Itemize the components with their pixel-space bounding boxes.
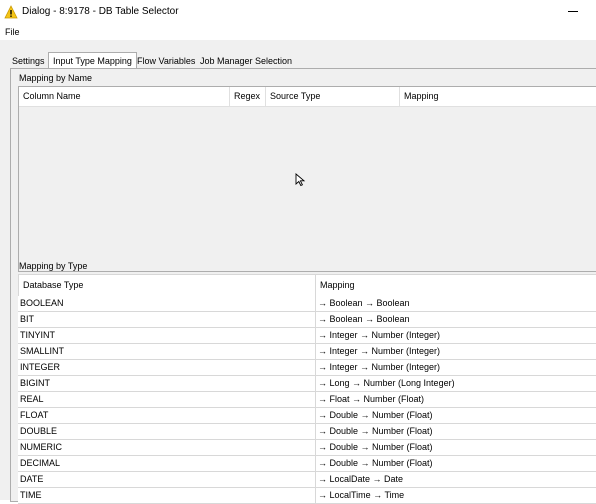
- cell-mapping: → LocalDate → Date: [315, 472, 596, 487]
- mapping-by-name-table[interactable]: Column Name Regex Source Type Mapping: [18, 86, 596, 272]
- table-row[interactable]: DOUBLE → Double → Number (Float): [18, 424, 596, 440]
- table-row[interactable]: DATE → LocalDate → Date: [18, 472, 596, 488]
- tab-panel-input-type-mapping: Mapping by Name Column Name Regex Source…: [10, 68, 596, 504]
- mouse-cursor-icon: [295, 173, 306, 187]
- table-row[interactable]: DECIMAL → Double → Number (Float): [18, 456, 596, 472]
- cell-mapping: → Float → Number (Float): [315, 392, 596, 407]
- cell-mapping: → Integer → Number (Integer): [315, 328, 596, 343]
- cell-mapping: → Double → Number (Float): [315, 440, 596, 455]
- cell-database-type: DATE: [20, 474, 44, 484]
- column-header-regex[interactable]: Regex: [230, 87, 266, 106]
- cell-mapping: → LocalTime → Time: [315, 488, 596, 503]
- cell-database-type: INTEGER: [20, 362, 61, 372]
- tab-input-type-mapping[interactable]: Input Type Mapping: [48, 52, 137, 69]
- table-row[interactable]: TINYINT → Integer → Number (Integer): [18, 328, 596, 344]
- title-bar: Dialog - 8:9178 - DB Table Selector: [0, 0, 596, 24]
- column-header-source-type[interactable]: Source Type: [266, 87, 400, 106]
- cell-database-type: DECIMAL: [20, 458, 61, 468]
- cell-database-type: BIGINT: [20, 378, 51, 388]
- table-row[interactable]: BOOLEAN → Boolean → Boolean: [18, 296, 596, 312]
- table-row[interactable]: BIGINT → Long → Number (Long Integer): [18, 376, 596, 392]
- column-header-database-type[interactable]: Database Type: [19, 275, 316, 296]
- column-header-type-mapping[interactable]: Mapping: [316, 275, 596, 296]
- mapping-by-name-header: Column Name Regex Source Type Mapping: [19, 87, 596, 107]
- tab-flow-variables[interactable]: Flow Variables: [133, 54, 199, 68]
- cell-mapping: → Integer → Number (Integer): [315, 344, 596, 359]
- column-header-mapping[interactable]: Mapping: [400, 87, 596, 106]
- menu-file[interactable]: File: [5, 27, 20, 37]
- cell-database-type: BOOLEAN: [20, 298, 64, 308]
- mapping-by-name-label: Mapping by Name: [19, 73, 93, 83]
- cell-mapping: → Double → Number (Float): [315, 408, 596, 423]
- cell-database-type: TINYINT: [20, 330, 55, 340]
- cell-database-type: BIT: [20, 314, 35, 324]
- cell-mapping: → Boolean → Boolean: [315, 296, 596, 311]
- warning-icon: [4, 5, 18, 19]
- table-row[interactable]: FLOAT → Double → Number (Float): [18, 408, 596, 424]
- window-title: Dialog - 8:9178 - DB Table Selector: [22, 6, 179, 17]
- cell-mapping: → Boolean → Boolean: [315, 312, 596, 327]
- tab-job-manager-selection[interactable]: Job Manager Selection: [196, 54, 296, 68]
- menu-bar: File: [0, 24, 596, 40]
- cell-mapping: → Integer → Number (Integer): [315, 360, 596, 375]
- table-row[interactable]: INTEGER → Integer → Number (Integer): [18, 360, 596, 376]
- table-row[interactable]: TIME → LocalTime → Time: [18, 488, 596, 504]
- table-row[interactable]: BIT → Boolean → Boolean: [18, 312, 596, 328]
- mapping-by-type-table: BOOLEAN → Boolean → Boolean BIT → Boolean …: [18, 296, 596, 504]
- cell-database-type: NUMERIC: [20, 442, 62, 452]
- table-row[interactable]: REAL → Float → Number (Float): [18, 392, 596, 408]
- mapping-by-type-label: Mapping by Type: [19, 261, 88, 271]
- cell-mapping: → Double → Number (Float): [315, 456, 596, 471]
- cell-mapping: → Long → Number (Long Integer): [315, 376, 596, 391]
- cell-database-type: REAL: [20, 394, 44, 404]
- cell-database-type: DOUBLE: [20, 426, 58, 436]
- column-header-column-name[interactable]: Column Name: [19, 87, 230, 106]
- dialog-body: Settings Input Type Mapping Flow Variabl…: [0, 40, 596, 504]
- minimize-button[interactable]: [568, 11, 578, 12]
- cell-database-type: FLOAT: [20, 410, 49, 420]
- table-row[interactable]: SMALLINT → Integer → Number (Integer): [18, 344, 596, 360]
- table-row[interactable]: NUMERIC → Double → Number (Float): [18, 440, 596, 456]
- cell-database-type: TIME: [20, 490, 42, 500]
- tab-settings[interactable]: Settings: [8, 54, 49, 68]
- cell-mapping: → Double → Number (Float): [315, 424, 596, 439]
- mapping-by-type-header: Database Type Mapping: [18, 274, 596, 297]
- cell-database-type: SMALLINT: [20, 346, 65, 356]
